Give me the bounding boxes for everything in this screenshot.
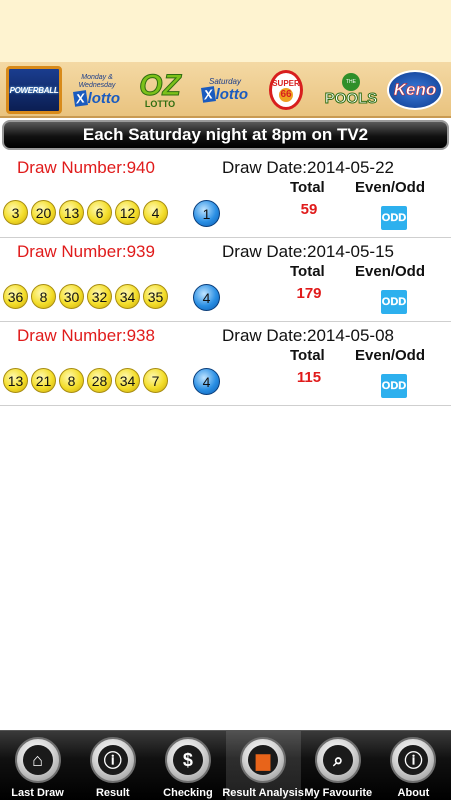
- number-ball: 7: [143, 368, 168, 393]
- draw-date: Draw Date:2014-05-22: [222, 158, 394, 177]
- super66-logo[interactable]: SUPER 66: [266, 66, 306, 114]
- winning-numbers: 36 8 30 32 34 35: [3, 284, 168, 309]
- saturday-lotto-logo[interactable]: Saturday Xlotto: [196, 66, 254, 114]
- number-ball: 13: [3, 368, 28, 393]
- powerball-number: 1: [193, 200, 220, 227]
- tab-label: My Favourite: [304, 787, 373, 799]
- oz-logo-text: OZ: [139, 68, 182, 102]
- number-ball: 34: [115, 284, 140, 309]
- dollar-icon: $: [172, 745, 203, 775]
- odd-badge: ODD: [381, 290, 407, 314]
- tab-label: Result Analysis: [222, 787, 304, 799]
- mw-lotto-caption: Monday & Wednesday: [78, 73, 116, 89]
- even-odd-header: Even/Odd: [355, 347, 426, 364]
- number-ball: 32: [87, 284, 112, 309]
- number-ball: 35: [143, 284, 168, 309]
- the-pools-logo[interactable]: THE POOLS: [322, 66, 380, 114]
- info-icon: ⓘ: [398, 745, 429, 775]
- draw-date: Draw Date:2014-05-08: [222, 326, 394, 345]
- monday-wednesday-lotto-logo[interactable]: Monday & Wednesday Xlotto: [68, 66, 126, 114]
- number-ball: 30: [59, 284, 84, 309]
- keno-logo[interactable]: Keno: [386, 66, 444, 114]
- tab-last-draw[interactable]: ⌂ Last Draw: [0, 731, 75, 800]
- number-ball: 8: [59, 368, 84, 393]
- draw-results-list: Draw Number:940 Draw Date:2014-05-22 Tot…: [0, 154, 451, 406]
- sat-lotto-caption: Saturday: [208, 77, 242, 86]
- number-ball: 13: [59, 200, 84, 225]
- draw-row[interactable]: Draw Number:938 Draw Date:2014-05-08 Tot…: [0, 322, 451, 406]
- lottery-logo-strip: POWERBALL Monday & Wednesday Xlotto OZ L…: [0, 62, 451, 118]
- number-ball: 3: [3, 200, 28, 225]
- x-mark-icon: X: [72, 89, 88, 107]
- tab-checking[interactable]: $ Checking: [150, 731, 225, 800]
- powerball-number: 4: [193, 368, 220, 395]
- home-icon: ⌂: [22, 745, 53, 775]
- soccer-ball-icon: THE: [342, 73, 360, 91]
- number-ball: 12: [115, 200, 140, 225]
- total-value: 59: [300, 201, 318, 218]
- super66-number: 66: [279, 87, 293, 102]
- number-ball: 8: [31, 284, 56, 309]
- odd-badge: ODD: [381, 206, 407, 230]
- bottom-tab-bar: ⌂ Last Draw ⓘ Result $ Checking ▆ Result…: [0, 730, 451, 800]
- winning-numbers: 3 20 13 6 12 4: [3, 200, 168, 225]
- total-header: Total: [290, 263, 325, 280]
- number-ball: 36: [3, 284, 28, 309]
- total-header: Total: [290, 347, 325, 364]
- status-bar-area: [0, 0, 451, 62]
- mw-lotto-brand: lotto: [87, 89, 121, 107]
- number-ball: 4: [143, 200, 168, 225]
- sat-lotto-brand: lotto: [215, 86, 249, 103]
- tab-label: About: [397, 787, 430, 799]
- total-header: Total: [290, 179, 325, 196]
- oz-logo-sub: LOTTO: [144, 98, 176, 109]
- number-ball: 20: [31, 200, 56, 225]
- draw-number: Draw Number:939: [17, 242, 155, 261]
- pools-logo-text: POOLS: [324, 90, 378, 107]
- bar-chart-icon: ▆: [248, 745, 279, 775]
- draw-date: Draw Date:2014-05-15: [222, 242, 394, 261]
- draw-number: Draw Number:938: [17, 326, 155, 345]
- tab-label: Checking: [163, 787, 213, 799]
- info-icon: ⓘ: [97, 745, 128, 775]
- tab-label: Last Draw: [11, 787, 64, 799]
- tab-result-analysis[interactable]: ▆ Result Analysis: [222, 731, 304, 800]
- oz-lotto-logo[interactable]: OZ LOTTO: [132, 66, 188, 114]
- powerball-logo[interactable]: POWERBALL: [6, 66, 62, 114]
- powerball-number: 4: [193, 284, 220, 311]
- draw-number: Draw Number:940: [17, 158, 155, 177]
- tab-label: Result: [95, 787, 130, 799]
- schedule-banner: Each Saturday night at 8pm on TV2: [2, 120, 449, 150]
- draw-row[interactable]: Draw Number:939 Draw Date:2014-05-15 Tot…: [0, 238, 451, 322]
- powerball-logo-text: POWERBALL: [9, 85, 59, 95]
- tab-my-favourite[interactable]: ⌕ My Favourite: [301, 731, 376, 800]
- draw-row[interactable]: Draw Number:940 Draw Date:2014-05-22 Tot…: [0, 154, 451, 238]
- even-odd-header: Even/Odd: [355, 179, 426, 196]
- keno-logo-text: Keno: [393, 80, 437, 100]
- number-ball: 34: [115, 368, 140, 393]
- total-value: 115: [296, 369, 322, 386]
- x-mark-icon: X: [200, 86, 216, 103]
- even-odd-header: Even/Odd: [355, 263, 426, 280]
- search-icon: ⌕: [323, 745, 354, 775]
- number-ball: 6: [87, 200, 112, 225]
- total-value: 179: [296, 285, 322, 302]
- odd-badge: ODD: [381, 374, 407, 398]
- tab-about[interactable]: ⓘ About: [376, 731, 451, 800]
- number-ball: 21: [31, 368, 56, 393]
- winning-numbers: 13 21 8 28 34 7: [3, 368, 168, 393]
- number-ball: 28: [87, 368, 112, 393]
- tab-result[interactable]: ⓘ Result: [75, 731, 150, 800]
- super66-text: SUPER: [272, 78, 300, 88]
